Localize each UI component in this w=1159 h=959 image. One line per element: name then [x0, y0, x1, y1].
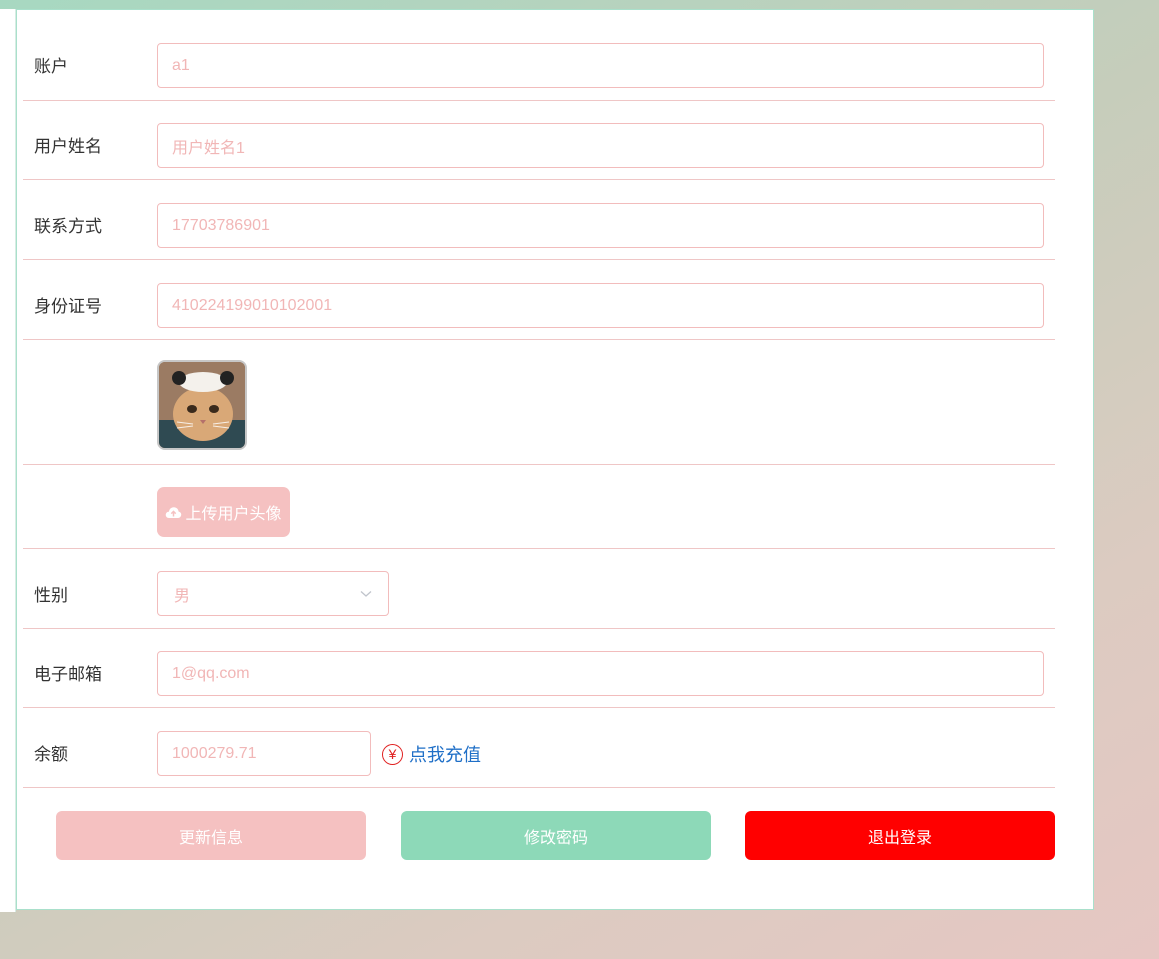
recharge-link[interactable]: ¥ 点我充值	[382, 741, 481, 767]
username-label: 用户姓名	[34, 137, 102, 156]
id-number-row: 身份证号	[23, 260, 1055, 340]
username-input[interactable]	[157, 123, 1044, 168]
logout-button[interactable]: 退出登录	[745, 811, 1055, 860]
chevron-down-icon	[360, 590, 372, 597]
update-info-button[interactable]: 更新信息	[56, 811, 366, 860]
upload-avatar-button[interactable]: 上传用户头像	[157, 487, 290, 537]
upload-row: 上传用户头像	[23, 465, 1055, 549]
gender-label: 性别	[34, 586, 68, 605]
balance-label: 余额	[34, 745, 68, 764]
update-info-label: 更新信息	[178, 829, 243, 847]
username-row: 用户姓名	[23, 101, 1055, 180]
background-panel-edge	[0, 9, 16, 912]
cloud-upload-icon	[166, 506, 182, 518]
phone-input[interactable]	[157, 203, 1044, 248]
gender-row: 性别 男	[23, 549, 1055, 629]
balance-row: 余额 ¥ 点我充值	[23, 708, 1055, 788]
email-row: 电子邮箱	[23, 629, 1055, 708]
id-number-input[interactable]	[157, 283, 1044, 328]
avatar-image	[159, 362, 245, 448]
avatar-row	[23, 340, 1055, 465]
user-avatar	[157, 360, 247, 450]
logout-label: 退出登录	[867, 829, 932, 847]
yen-circle-icon: ¥	[382, 743, 403, 765]
upload-avatar-label: 上传用户头像	[185, 506, 282, 523]
account-label: 账户	[34, 57, 68, 76]
phone-row: 联系方式	[23, 180, 1055, 260]
id-number-label: 身份证号	[34, 297, 102, 316]
email-input[interactable]	[157, 651, 1044, 696]
change-password-button[interactable]: 修改密码	[401, 811, 711, 860]
account-input[interactable]	[157, 43, 1044, 88]
email-label: 电子邮箱	[34, 665, 102, 684]
gender-selected-value: 男	[174, 587, 191, 605]
balance-input[interactable]	[157, 731, 371, 776]
recharge-label: 点我充值	[409, 745, 481, 765]
phone-label: 联系方式	[34, 217, 102, 236]
change-password-label: 修改密码	[523, 829, 588, 847]
account-row: 账户	[23, 21, 1055, 101]
gender-select[interactable]: 男	[157, 571, 389, 616]
